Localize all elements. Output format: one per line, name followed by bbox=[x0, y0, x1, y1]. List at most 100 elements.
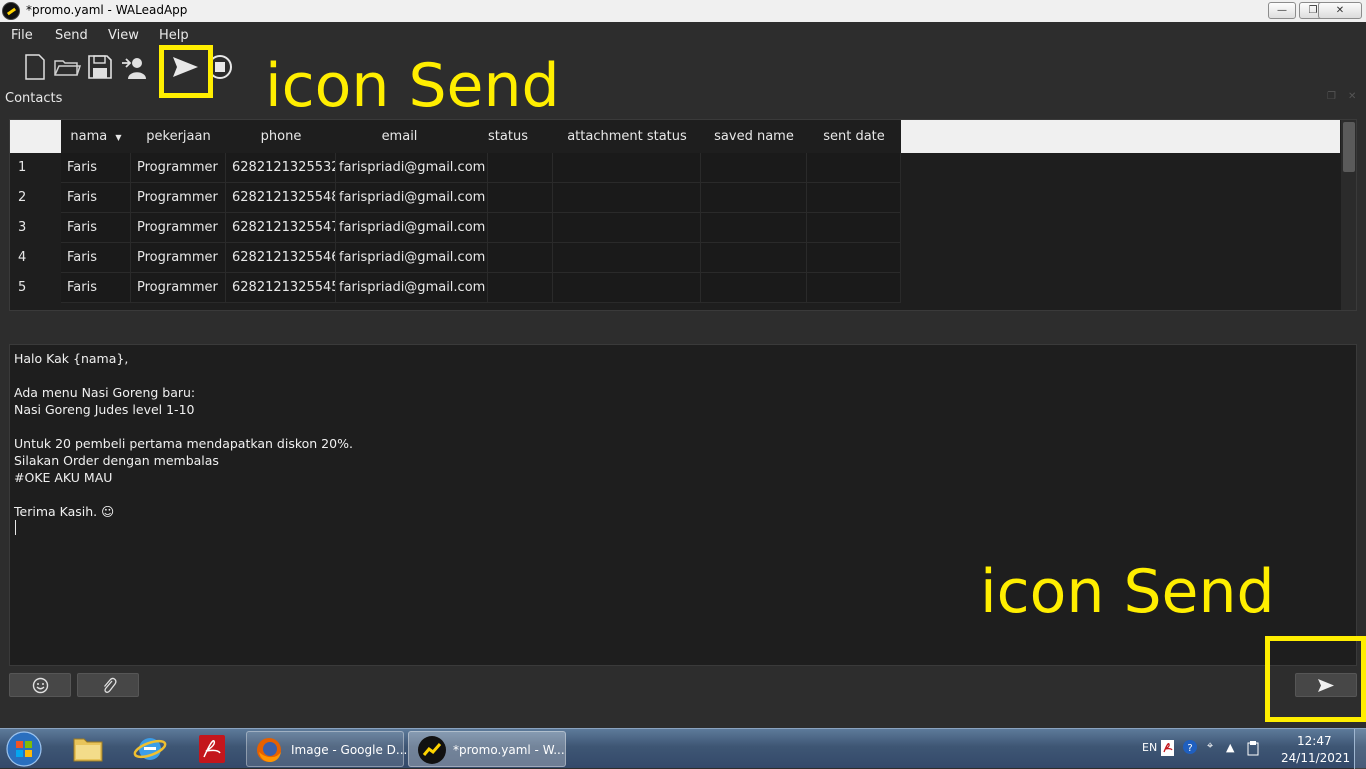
header-filler bbox=[901, 120, 1340, 153]
menu-help[interactable]: Help bbox=[159, 28, 189, 43]
table-row[interactable]: 5 Faris Programmer 6282121325545 farispr… bbox=[10, 273, 1340, 303]
cell-nama[interactable]: Faris bbox=[61, 243, 131, 273]
message-line: Nasi Goreng Judes level 1-10 bbox=[14, 402, 195, 417]
float-icon[interactable]: ❐ bbox=[1327, 92, 1337, 102]
cell-sent-date[interactable] bbox=[807, 153, 901, 183]
clock-time[interactable]: 12:47 bbox=[1297, 734, 1332, 748]
taskbar-task-waleadapp[interactable]: *promo.yaml - W... bbox=[408, 731, 566, 767]
cell-sent-date[interactable] bbox=[807, 213, 901, 243]
file-explorer-icon[interactable] bbox=[62, 731, 114, 767]
cell-nama[interactable]: Faris bbox=[61, 183, 131, 213]
task-label: *promo.yaml - W... bbox=[453, 743, 565, 757]
cell-saved-name[interactable] bbox=[701, 153, 807, 183]
table-row[interactable]: 4 Faris Programmer 6282121325546 farispr… bbox=[10, 243, 1340, 273]
cell-attachment-status[interactable] bbox=[553, 183, 701, 213]
action-center-icon[interactable] bbox=[1246, 740, 1260, 756]
column-header-status[interactable]: status bbox=[463, 120, 553, 153]
cell-pekerjaan[interactable]: Programmer bbox=[131, 243, 226, 273]
table-scrollbar[interactable] bbox=[1341, 120, 1356, 310]
menu-send[interactable]: Send bbox=[55, 28, 88, 43]
cell-attachment-status[interactable] bbox=[553, 153, 701, 183]
start-button[interactable] bbox=[4, 730, 44, 768]
menu-view[interactable]: View bbox=[108, 28, 139, 43]
cell-saved-name[interactable] bbox=[701, 273, 807, 303]
cell-pekerjaan[interactable]: Programmer bbox=[131, 153, 226, 183]
window-title: *promo.yaml - WALeadApp bbox=[26, 3, 188, 17]
cell-status[interactable] bbox=[488, 243, 553, 273]
cell-attachment-status[interactable] bbox=[553, 213, 701, 243]
clock-date[interactable]: 24/11/2021 bbox=[1281, 751, 1350, 765]
contacts-dock-header: Contacts ❐ ✕ bbox=[0, 87, 1366, 109]
pdf-tray-icon[interactable] bbox=[1160, 739, 1176, 757]
row-cells: Faris Programmer 6282121325548 farispria… bbox=[61, 183, 901, 213]
cell-attachment-status[interactable] bbox=[553, 243, 701, 273]
help-tray-icon[interactable]: ? bbox=[1182, 739, 1198, 755]
cell-sent-date[interactable] bbox=[807, 273, 901, 303]
cell-email[interactable]: farispriadi@gmail.com bbox=[336, 243, 488, 273]
show-desktop-button[interactable] bbox=[1354, 729, 1366, 769]
row-cells: Faris Programmer 6282121325545 farispria… bbox=[61, 273, 901, 303]
save-icon[interactable] bbox=[86, 53, 114, 81]
minimize-button[interactable]: — bbox=[1268, 2, 1296, 19]
column-header-email[interactable]: email bbox=[336, 120, 463, 153]
cell-nama[interactable]: Faris bbox=[61, 213, 131, 243]
internet-explorer-icon[interactable] bbox=[124, 731, 176, 767]
paperclip-icon bbox=[104, 677, 117, 693]
cell-saved-name[interactable] bbox=[701, 243, 807, 273]
cell-saved-name[interactable] bbox=[701, 183, 807, 213]
cell-email[interactable]: farispriadi@gmail.com bbox=[336, 153, 488, 183]
column-header-sent-date[interactable]: sent date bbox=[807, 120, 901, 153]
cell-phone[interactable]: 6282121325546 bbox=[226, 243, 336, 273]
open-folder-icon[interactable] bbox=[53, 53, 81, 81]
column-header-pekerjaan[interactable]: pekerjaan bbox=[131, 120, 226, 153]
sort-desc-icon: ▼ bbox=[115, 133, 122, 142]
row-number[interactable]: 2 bbox=[10, 183, 61, 213]
close-button[interactable]: ✕ bbox=[1318, 2, 1362, 19]
adobe-reader-icon[interactable] bbox=[186, 731, 238, 767]
table-row[interactable]: 3 Faris Programmer 6282121325547 farispr… bbox=[10, 213, 1340, 243]
cell-phone[interactable]: 6282121325545 bbox=[226, 273, 336, 303]
column-header-saved-name[interactable]: saved name bbox=[701, 120, 807, 153]
table-row[interactable]: 1 Faris Programmer 6282121325532 farispr… bbox=[10, 153, 1340, 183]
cell-status[interactable] bbox=[488, 213, 553, 243]
row-number[interactable]: 1 bbox=[10, 153, 61, 183]
cell-sent-date[interactable] bbox=[807, 243, 901, 273]
cell-email[interactable]: farispriadi@gmail.com bbox=[336, 213, 488, 243]
table-row[interactable]: 2 Faris Programmer 6282121325548 farispr… bbox=[10, 183, 1340, 213]
cell-pekerjaan[interactable]: Programmer bbox=[131, 273, 226, 303]
send-button-highlight bbox=[1265, 636, 1366, 722]
column-header-nama[interactable]: nama ▼ bbox=[61, 120, 131, 153]
column-header-attachment-status[interactable]: attachment status bbox=[553, 120, 701, 153]
menu-file[interactable]: File bbox=[11, 28, 33, 43]
scrollbar-thumb[interactable] bbox=[1343, 122, 1355, 172]
row-number[interactable]: 3 bbox=[10, 213, 61, 243]
column-header-phone[interactable]: phone bbox=[226, 120, 336, 153]
cell-status[interactable] bbox=[488, 153, 553, 183]
cell-nama[interactable]: Faris bbox=[61, 273, 131, 303]
cell-email[interactable]: farispriadi@gmail.com bbox=[336, 183, 488, 213]
cell-email[interactable]: farispriadi@gmail.com bbox=[336, 273, 488, 303]
emoji-button[interactable] bbox=[9, 673, 71, 697]
cell-phone[interactable]: 6282121325547 bbox=[226, 213, 336, 243]
show-hidden-icons-arrow-icon[interactable]: ▲ bbox=[1226, 741, 1234, 754]
cell-status[interactable] bbox=[488, 183, 553, 213]
cell-sent-date[interactable] bbox=[807, 183, 901, 213]
cell-nama[interactable]: Faris bbox=[61, 153, 131, 183]
close-icon[interactable]: ✕ bbox=[1348, 92, 1358, 102]
table-corner[interactable] bbox=[10, 120, 61, 153]
cell-phone[interactable]: 6282121325532 bbox=[226, 153, 336, 183]
wifi-tray-icon[interactable]: ⌖ bbox=[1207, 739, 1213, 753]
import-contact-icon[interactable] bbox=[119, 53, 147, 81]
new-file-icon[interactable] bbox=[21, 53, 49, 81]
cell-saved-name[interactable] bbox=[701, 213, 807, 243]
cell-phone[interactable]: 6282121325548 bbox=[226, 183, 336, 213]
taskbar-task-firefox[interactable]: Image - Google D... bbox=[246, 731, 407, 767]
attachment-button[interactable] bbox=[77, 673, 139, 697]
cell-status[interactable] bbox=[488, 273, 553, 303]
row-number[interactable]: 5 bbox=[10, 273, 61, 303]
language-indicator[interactable]: EN bbox=[1142, 741, 1157, 754]
cell-attachment-status[interactable] bbox=[553, 273, 701, 303]
cell-pekerjaan[interactable]: Programmer bbox=[131, 183, 226, 213]
cell-pekerjaan[interactable]: Programmer bbox=[131, 213, 226, 243]
row-number[interactable]: 4 bbox=[10, 243, 61, 273]
